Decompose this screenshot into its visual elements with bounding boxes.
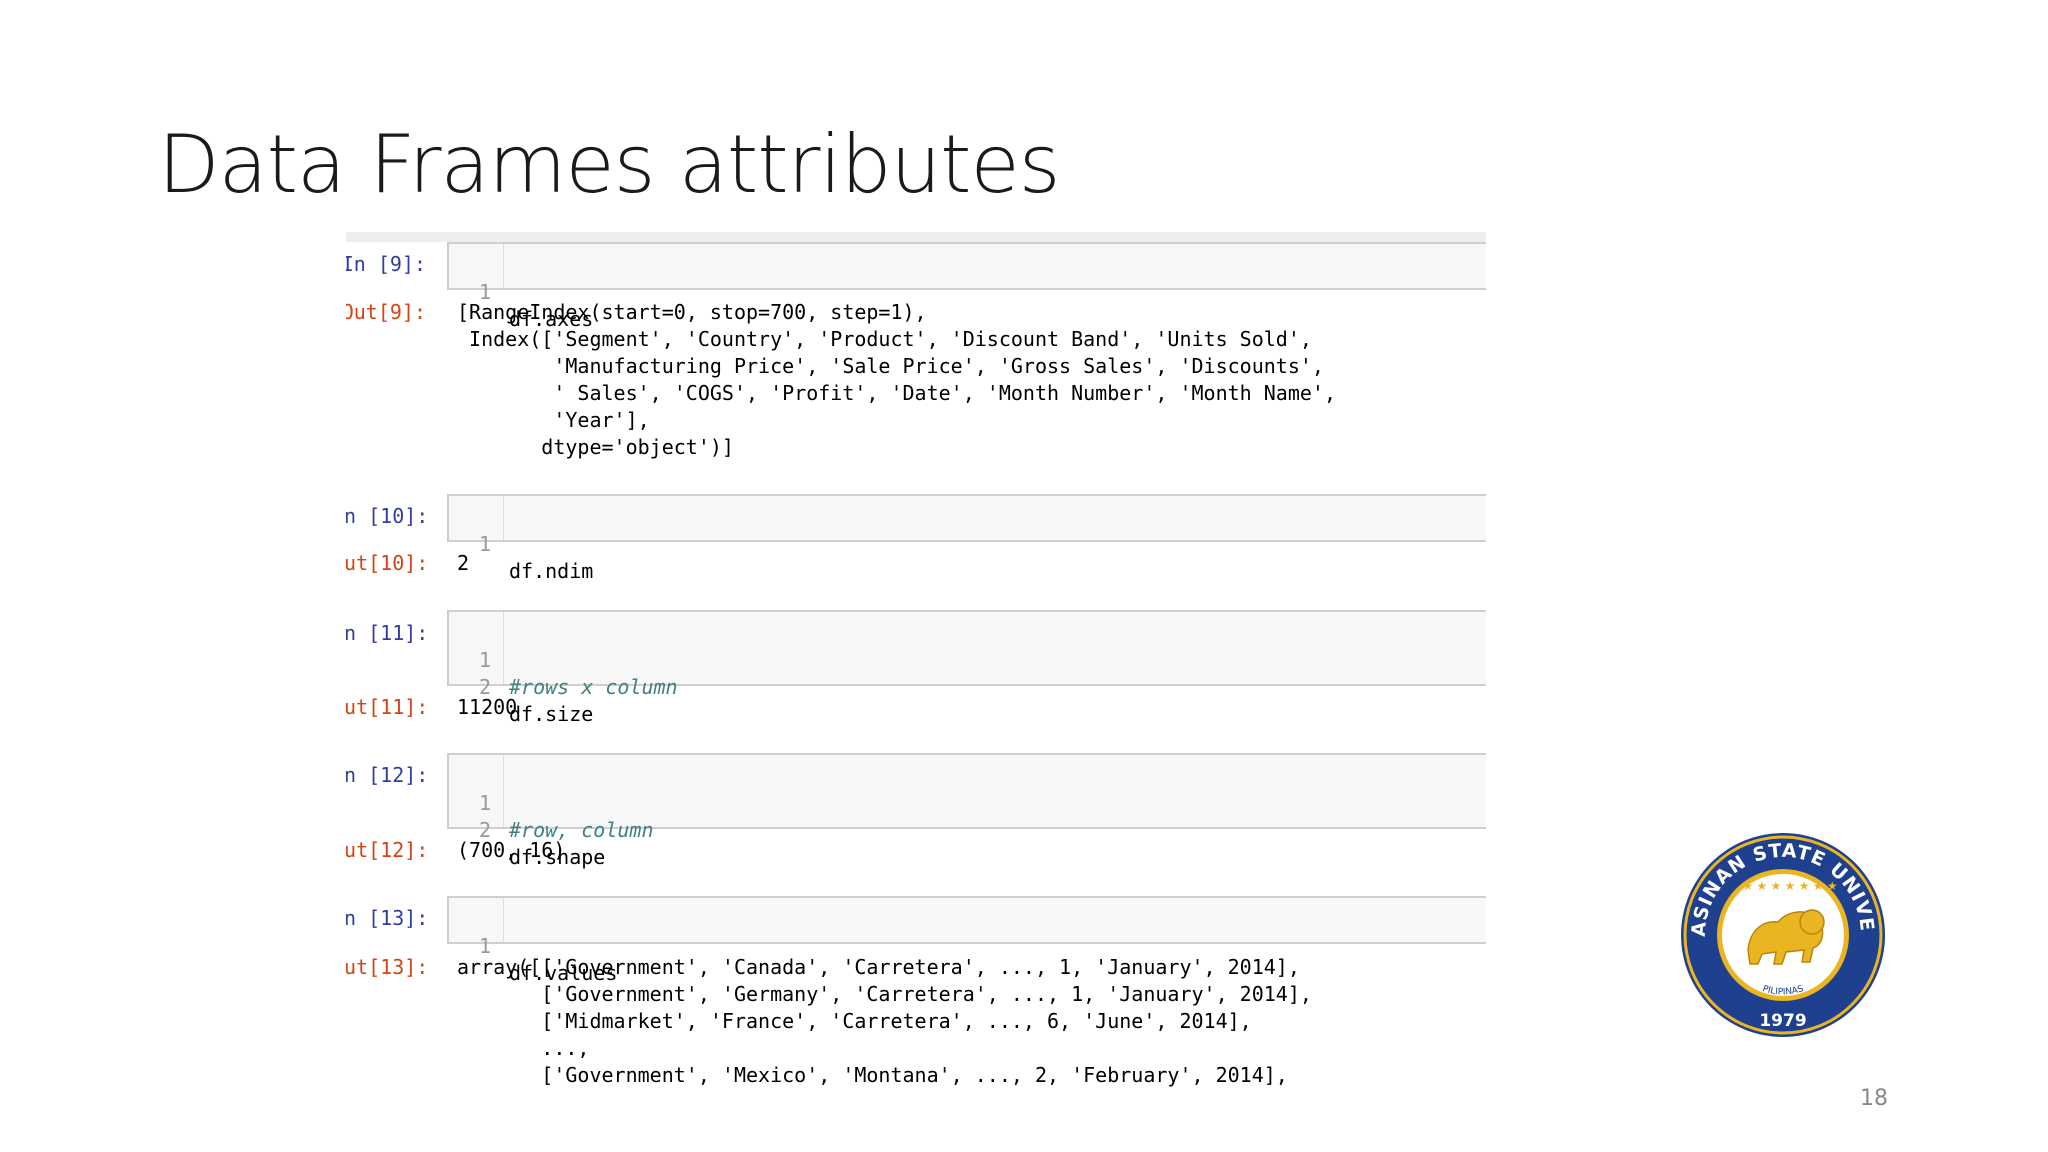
- university-seal-logo: PANGASINAN STATE UNIVERSITY 1979 ★ ★ ★ ★…: [1678, 830, 1885, 1037]
- cell-output: (700, 16): [457, 838, 566, 862]
- page-number: 18: [1860, 1086, 1888, 1111]
- code-line: df.size: [509, 702, 594, 726]
- code-cell[interactable]: 1 df.values: [447, 896, 1486, 985]
- svg-text:★ ★ ★ ★ ★ ★ ★: ★ ★ ★ ★ ★ ★ ★: [1742, 879, 1837, 893]
- input-prompt: In [11]:: [346, 621, 429, 645]
- input-prompt: In [10]:: [346, 504, 429, 528]
- cell-output: array([['Government', 'Canada', 'Carrete…: [457, 955, 1312, 1087]
- input-prompt: In [13]:: [346, 906, 429, 930]
- input-prompt: In [9]:: [346, 252, 426, 276]
- input-prompt: In [12]:: [346, 763, 429, 787]
- output-prompt: Out[10]:: [346, 551, 429, 575]
- code-comment: #rows x column: [509, 675, 678, 699]
- code-cell[interactable]: 1 df.ndim: [447, 494, 1486, 583]
- code-cell[interactable]: 1 #row, column 2 df.shape: [447, 753, 1486, 869]
- cell-output: 11200: [457, 695, 518, 719]
- output-prompt: Out[13]:: [346, 955, 429, 979]
- slide-title: Data Frames attributes: [158, 118, 1060, 211]
- notebook-screenshot: In [9]: 1 df.axes Out[9]: [RangeIndex(st…: [346, 232, 1486, 1100]
- cell-output: [RangeIndex(start=0, stop=700, step=1), …: [457, 300, 1336, 459]
- output-prompt: Out[9]:: [346, 300, 426, 324]
- cell-output: 2: [457, 551, 470, 575]
- code-cell[interactable]: 1 df.axes: [447, 242, 1486, 331]
- notebook-top-bar: [346, 232, 1486, 242]
- seal-year-text: 1979: [1759, 1011, 1806, 1031]
- output-prompt: Out[12]:: [346, 838, 429, 862]
- star-icon: ★ ★ ★ ★ ★ ★ ★: [1742, 879, 1837, 893]
- code-line: df.ndim: [509, 559, 594, 583]
- code-cell[interactable]: 1 #rows x column 2 df.size: [447, 610, 1486, 726]
- output-prompt: Out[11]:: [346, 695, 429, 719]
